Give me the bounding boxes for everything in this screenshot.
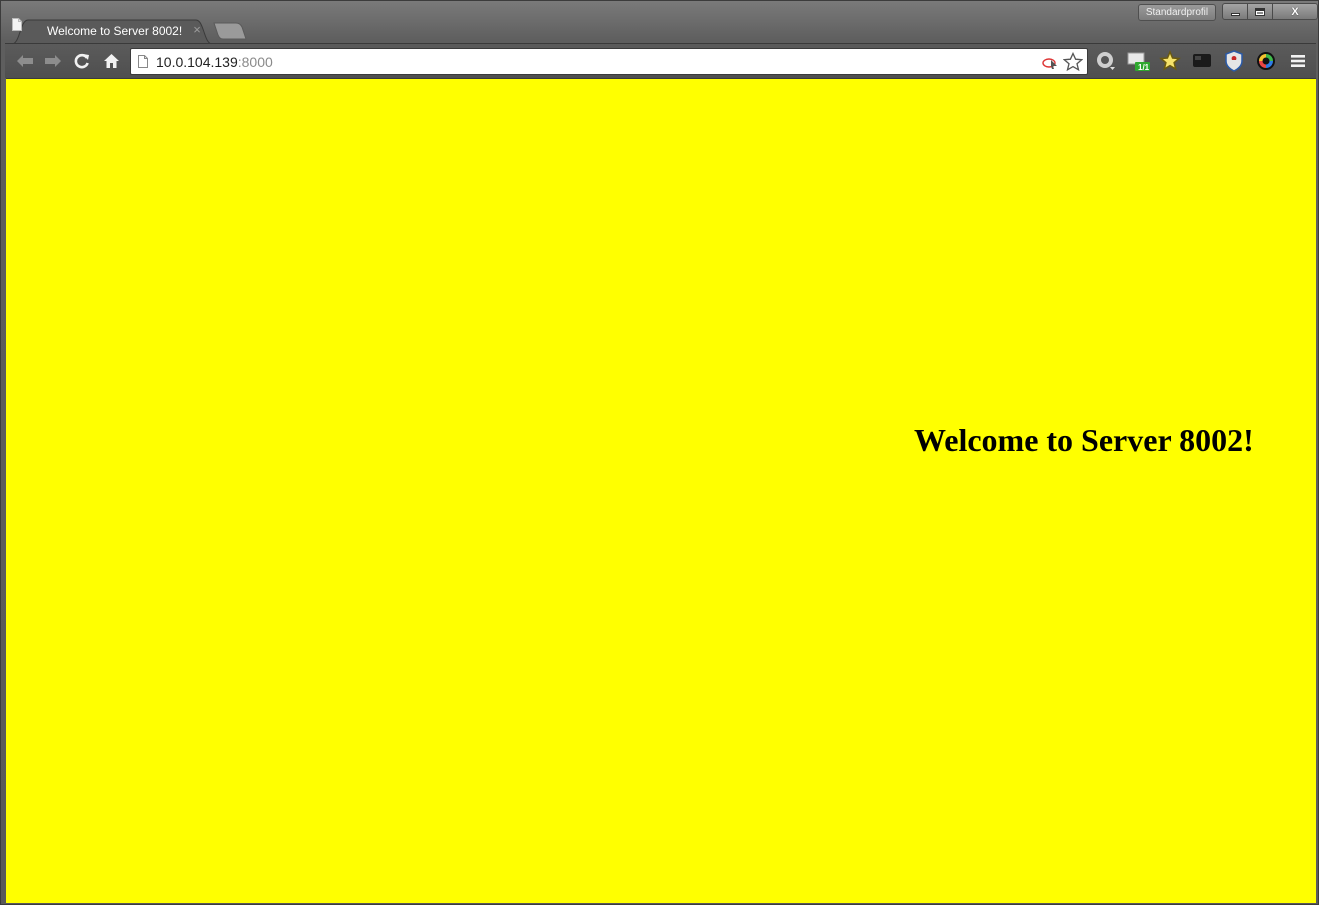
profile-button[interactable]: Standardprofil <box>1138 4 1216 21</box>
url-port: :8000 <box>237 54 273 70</box>
home-button[interactable] <box>99 50 123 72</box>
reload-button[interactable] <box>70 50 94 72</box>
close-window-button[interactable]: X <box>1272 3 1318 20</box>
star-extension-button[interactable] <box>1158 50 1182 72</box>
page-heading: Welcome to Server 8002! <box>914 422 1254 458</box>
forward-arrow-icon <box>45 55 61 67</box>
window-controls: X <box>1222 3 1318 21</box>
browser-toolbar: 10.0.104.139:8000 1/1 <box>5 43 1316 78</box>
url-text: 10.0.104.139:8000 <box>156 54 273 70</box>
dark-square-extension-button[interactable] <box>1190 50 1214 72</box>
page-action-icon[interactable] <box>1041 54 1059 70</box>
bookmark-star-icon[interactable] <box>1063 52 1083 72</box>
title-bar: Standardprofil X Welcome to Server 8002!… <box>1 1 1318 44</box>
maximize-button[interactable] <box>1247 3 1273 20</box>
dark-square-extension-icon <box>1193 54 1211 67</box>
reload-icon <box>74 53 89 69</box>
home-icon <box>103 54 119 68</box>
color-wheel-extension-button[interactable] <box>1254 50 1278 72</box>
extension-badge: 1/1 <box>1138 63 1150 72</box>
tab-active[interactable]: Welcome to Server 8002! × <box>12 18 212 44</box>
tab-close-icon[interactable]: × <box>190 23 204 37</box>
page-favicon-icon <box>12 18 22 31</box>
shield-extension-button[interactable] <box>1222 50 1246 72</box>
browser-window: Standardprofil X Welcome to Server 8002!… <box>0 0 1319 905</box>
page-viewport: Welcome to Server 8002! <box>6 78 1316 903</box>
screen-badge-extension-button[interactable]: 1/1 <box>1127 50 1151 72</box>
new-tab-button[interactable] <box>211 22 247 40</box>
page-icon <box>138 55 148 68</box>
back-arrow-icon <box>17 55 33 67</box>
omnibox-actions <box>1041 52 1083 72</box>
maximize-icon <box>1255 7 1265 16</box>
address-bar[interactable]: 10.0.104.139:8000 <box>130 48 1088 75</box>
chrome-ring-extension-icon <box>1097 52 1115 70</box>
url-host: 10.0.104.139 <box>156 54 238 70</box>
back-button[interactable] <box>13 50 37 72</box>
close-icon: X <box>1291 5 1299 18</box>
minimize-icon <box>1230 12 1240 16</box>
star-extension-icon <box>1159 50 1181 71</box>
tab-title: Welcome to Server 8002! <box>47 24 183 38</box>
menu-icon <box>1291 55 1305 67</box>
menu-button[interactable] <box>1286 50 1310 72</box>
forward-button[interactable] <box>41 50 65 72</box>
shield-extension-icon <box>1225 50 1243 72</box>
chrome-ring-extension-button[interactable] <box>1094 50 1118 72</box>
minimize-button[interactable] <box>1222 3 1248 20</box>
color-wheel-extension-icon <box>1257 52 1275 70</box>
